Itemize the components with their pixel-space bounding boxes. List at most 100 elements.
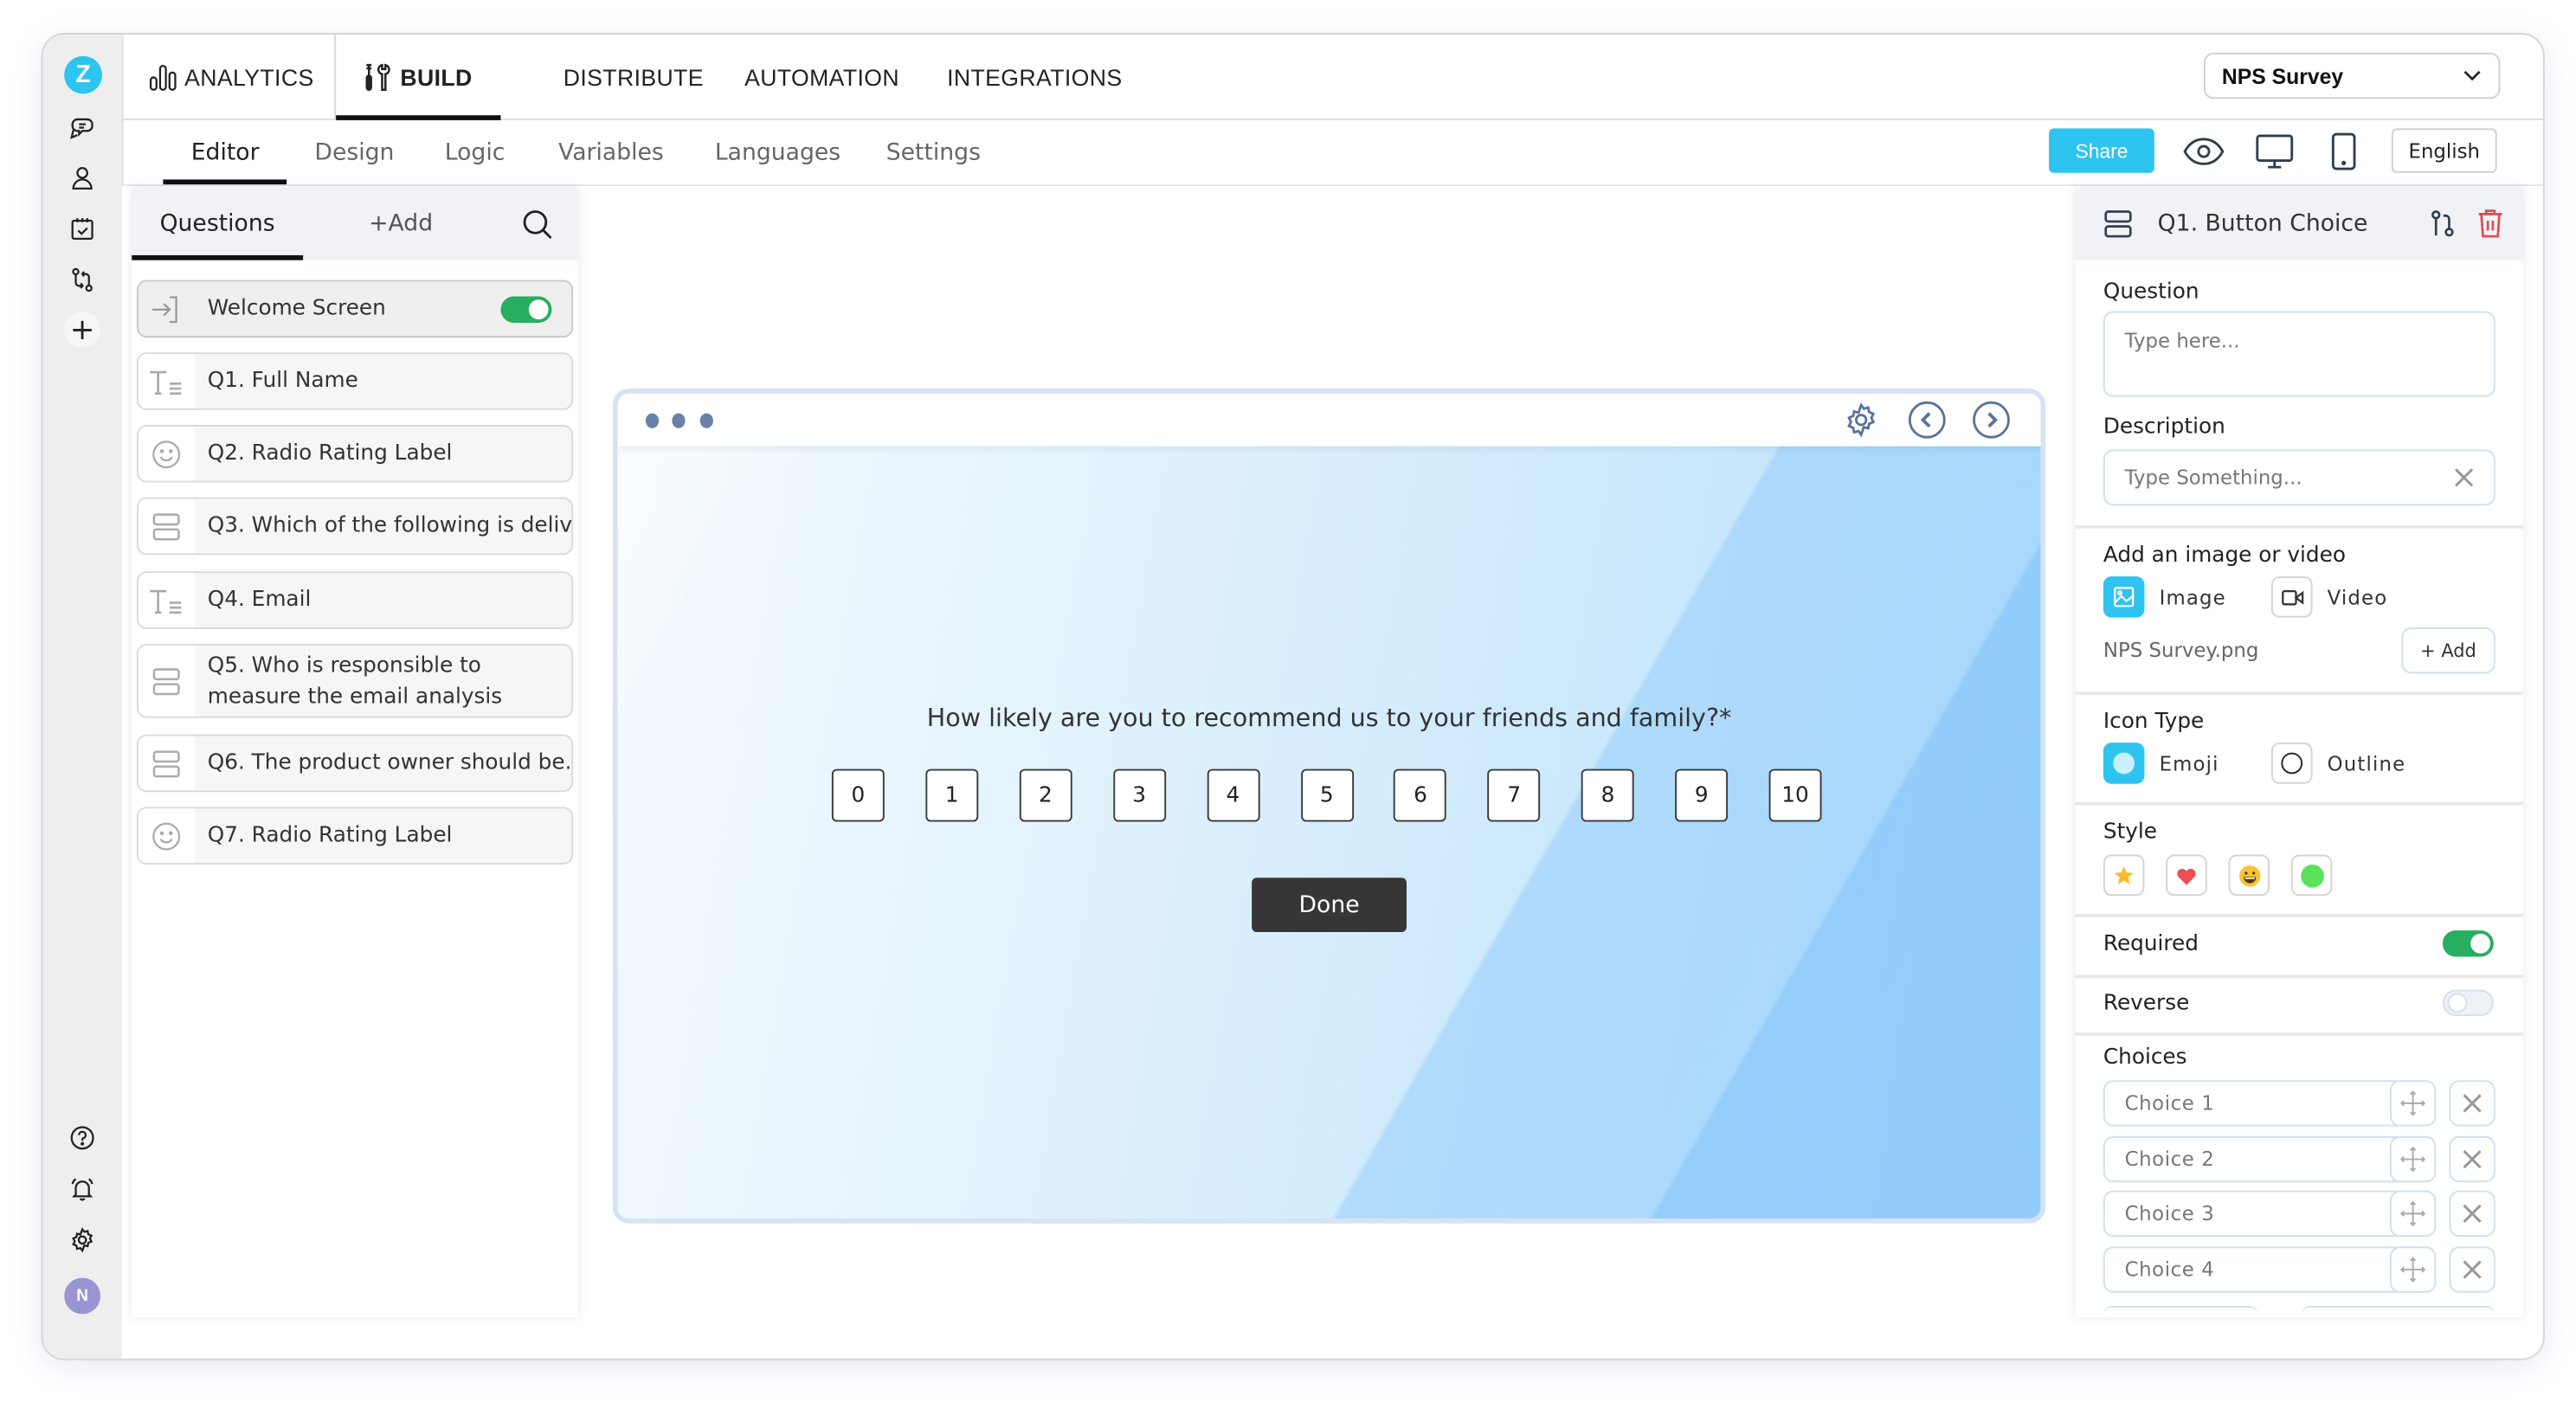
nps-option-4[interactable]: 4 [1206,768,1259,822]
question-input[interactable]: Type here... [2103,311,2496,397]
nps-option-6[interactable]: 6 [1394,768,1447,822]
mobile-view-icon[interactable] [2322,130,2365,172]
icon-type-emoji-option[interactable] [2103,743,2145,784]
chevron-left-icon [1908,401,1946,439]
question-item[interactable]: Q3. Which of the following is deliv... [136,497,574,556]
user-icon[interactable] [62,158,102,198]
divider [2075,801,2524,806]
style-star-option[interactable] [2103,854,2145,897]
question-item[interactable]: Q4. Email [136,571,574,629]
welcome-screen-item[interactable]: Welcome Screen [136,280,574,338]
preview-settings-icon[interactable] [1843,402,1879,438]
tools-icon [364,61,390,91]
divider [2075,691,2524,695]
question-label: Q6. The product owner should be... [207,750,574,776]
app-logo[interactable]: Z [64,55,102,94]
share-button[interactable]: Share [2049,128,2154,173]
media-image-option[interactable] [2103,575,2145,618]
nav-analytics[interactable]: ANALYTICS [148,35,313,119]
required-toggle[interactable] [2442,930,2494,957]
nps-option-5[interactable]: 5 [1300,768,1354,822]
properties-header: Q1. Button Choice [2075,187,2524,260]
tab-editor[interactable]: Editor [163,120,289,185]
logic-branch-icon[interactable] [2430,209,2456,246]
question-label: Q5. Who is responsible to measure the em… [207,653,503,710]
question-label: Q1. Full Name [207,369,358,394]
question-item[interactable]: Q5. Who is responsible to measure the em… [136,643,574,718]
avatar[interactable]: N [64,1277,101,1315]
question-item[interactable]: Q6. The product owner should be... [136,734,574,793]
description-input[interactable]: Type Something... [2103,449,2496,506]
drag-handle[interactable] [2389,1080,2437,1127]
nps-option-7[interactable]: 7 [1487,768,1541,822]
bell-icon[interactable] [62,1169,102,1209]
preview-eye-icon[interactable] [2182,130,2225,172]
remove-choice-button[interactable] [2449,1246,2496,1293]
window-dot-icon [672,413,686,428]
help-icon[interactable] [62,1118,102,1158]
nps-option-0[interactable]: 0 [831,768,885,822]
desktop-view-icon[interactable] [2253,130,2296,172]
add-media-button[interactable]: + Add [2401,627,2496,674]
question-label: Q7. Radio Rating Label [207,823,453,848]
chevron-right-icon [1973,401,2010,439]
remove-choice-button[interactable] [2449,1191,2496,1238]
chat-icon[interactable] [62,109,102,149]
survey-select[interactable]: NPS Survey [2203,52,2501,100]
choice-input[interactable]: Choice 4 [2103,1246,2437,1293]
choice-input[interactable]: Choice 2 [2103,1135,2437,1182]
tab-variables[interactable]: Variables [558,120,664,184]
close-icon [2463,1205,2482,1224]
drag-handle[interactable] [2389,1135,2437,1182]
tab-settings[interactable]: Settings [886,120,981,184]
nps-option-8[interactable]: 8 [1581,768,1634,822]
question-item[interactable]: Q7. Radio Rating Label [136,807,574,865]
previous-button[interactable] [1907,400,1947,440]
nav-distribute[interactable]: DISTRIBUTE [564,35,704,119]
tab-logic[interactable]: Logic [445,120,506,184]
nav-integrations[interactable]: INTEGRATIONS [947,35,1122,119]
done-button[interactable]: Done [1252,878,1407,932]
drag-handle[interactable] [2389,1191,2437,1238]
gear-icon[interactable] [62,1220,102,1260]
calendar-check-icon[interactable] [62,209,102,249]
language-button[interactable]: English [2391,128,2497,173]
divider [2075,524,2524,529]
icon-type-outline-option[interactable] [2270,743,2313,784]
search-button[interactable] [522,188,553,260]
choice-row: Choice 1 [2103,1080,2496,1127]
tab-design[interactable]: Design [314,120,394,184]
nps-option-3[interactable]: 3 [1112,768,1166,822]
clear-icon[interactable] [2454,467,2474,487]
nps-option-2[interactable]: 2 [1019,768,1072,822]
choice-input[interactable]: Choice 1 [2103,1080,2437,1127]
nps-option-10[interactable]: 10 [1768,768,1822,822]
style-dot-option[interactable] [2290,854,2333,897]
media-video-option[interactable] [2270,575,2313,618]
tab-languages[interactable]: Languages [715,120,840,184]
reverse-toggle[interactable] [2442,989,2494,1017]
tab-add-question[interactable]: +Add [369,188,433,260]
style-smiley-option[interactable] [2228,854,2270,897]
question-item[interactable]: Q2. Radio Rating Label [136,424,574,483]
remove-choice-button[interactable] [2449,1080,2496,1127]
choice-row-partial [2301,1305,2496,1317]
welcome-screen-toggle[interactable] [500,296,552,323]
nav-build[interactable]: BUILD [336,35,500,120]
question-item[interactable]: Q1. Full Name [136,352,574,410]
add-button[interactable]: + [64,311,101,348]
remove-choice-button[interactable] [2449,1135,2496,1182]
delete-icon[interactable] [2477,208,2503,246]
app-window: Z + N ANALYTICS BUILD DISTRIBUTE AUTOMAT… [41,33,2545,1360]
questions-panel-tabs: Questions +Add [132,187,578,260]
nps-option-1[interactable]: 1 [925,768,979,822]
drag-handle[interactable] [2389,1246,2437,1293]
workflow-icon[interactable] [62,260,102,300]
radio-selected-icon [2113,752,2135,775]
nps-option-9[interactable]: 9 [1675,768,1729,822]
choice-input[interactable]: Choice 3 [2103,1191,2437,1238]
nav-automation[interactable]: AUTOMATION [744,35,899,119]
tab-questions[interactable]: Questions [132,188,303,260]
next-button[interactable] [1972,400,2012,440]
style-heart-option[interactable] [2166,854,2207,897]
